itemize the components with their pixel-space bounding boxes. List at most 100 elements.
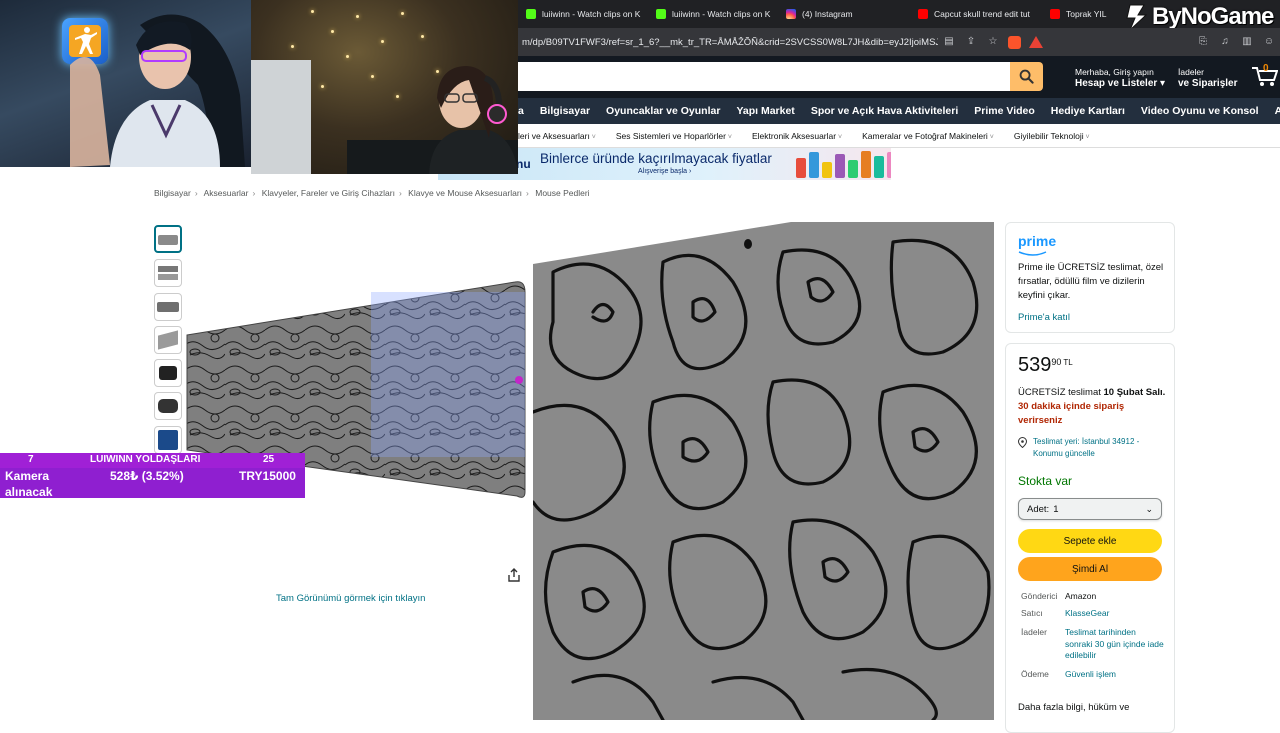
sidebar-icon[interactable]: ▥ <box>1241 36 1253 48</box>
account-lists-label: Hesap ve Listeler <box>1075 78 1158 89</box>
quantity-select[interactable]: Adet: 1 ⌄ <box>1018 498 1162 520</box>
price: 539 90 TL <box>1018 354 1073 377</box>
price-fraction: 90 <box>1051 357 1062 367</box>
breadcrumb-item[interactable]: Klavye ve Mouse Aksesuarları <box>408 188 522 198</box>
breadcrumb-item[interactable]: Mouse Pedleri <box>535 188 589 198</box>
account-menu[interactable]: Merhaba, Giriş yapın Hesap ve Listeler ▾ <box>1075 67 1165 89</box>
delivery-free: ÜCRETSİZ teslimat <box>1018 387 1101 398</box>
quantity-label: Adet: <box>1027 503 1050 515</box>
nav-item-hediye-kartlari[interactable]: Hediye Kartları <box>1043 105 1133 117</box>
subnav-item-elektronik[interactable]: Elektronik Aksesuarlar <box>742 131 852 141</box>
full-view-link[interactable]: Tam Görünümü görmek için tıklayın <box>276 593 425 604</box>
product-thumbnail[interactable] <box>154 326 182 354</box>
breadcrumb: Bilgisayar › Aksesuarlar › Klavyeler, Fare… <box>154 188 590 198</box>
price-currency: TL <box>1063 358 1073 367</box>
streamer-webcam-figure <box>429 66 518 174</box>
banner-prefix: nu <box>516 157 531 171</box>
media-icon[interactable]: ♫ <box>1219 36 1231 48</box>
nav-item-oyuncaklar[interactable]: Oyuncaklar ve Oyunlar <box>598 105 728 117</box>
nav-item-prime-video[interactable]: Prime Video <box>966 105 1043 117</box>
nav-item-yapi-market[interactable]: Yapı Market <box>728 105 802 117</box>
prime-join-link[interactable]: Prime'a katıl <box>1018 312 1070 323</box>
cart-count: 0 <box>1263 63 1269 74</box>
chevron-down-icon: ⌄ <box>1145 503 1153 514</box>
cart-button[interactable]: 0 <box>1250 63 1280 90</box>
prime-smile-icon <box>1018 251 1047 256</box>
seller-link[interactable]: KlasseGear <box>1065 608 1109 618</box>
buy-now-button[interactable]: Şimdi Al <box>1018 557 1162 581</box>
stream-goal-widget: 7 LUIWINN YOLDAŞLARI 25 Kamera alınacak … <box>0 453 305 499</box>
browser-tab[interactable]: luiiwinn - Watch clips on K <box>648 0 778 28</box>
tab-label: Capcut skull trend edit tut <box>934 9 1030 19</box>
share-icon[interactable]: ⇪ <box>965 36 977 48</box>
delivery-date: 10 Şubat Salı. <box>1103 387 1166 398</box>
browser-tab[interactable]: Toprak YIL <box>1042 0 1112 28</box>
nav-item-video-oyunu[interactable]: Video Oyunu ve Konsol <box>1133 105 1267 117</box>
product-thumbnail[interactable] <box>154 426 182 454</box>
nav-item[interactable]: a <box>518 105 532 117</box>
bookmark-icon[interactable]: ☆ <box>987 36 999 48</box>
reader-mode-icon[interactable]: ▤ <box>943 36 955 48</box>
browser-tab[interactable]: Capcut skull trend edit tut <box>910 0 1042 28</box>
share-button[interactable] <box>507 568 523 584</box>
returns-policy-link[interactable]: Teslimat tarihinden sonraki 30 gün içind… <box>1065 627 1165 662</box>
banner-title: Binlerce üründe kaçırılmayacak fiyatlar <box>540 151 772 166</box>
product-thumbnail[interactable] <box>154 293 182 321</box>
add-to-cart-label: Sepete ekle <box>1063 535 1117 547</box>
bynogame-logo-icon <box>1126 4 1148 31</box>
prime-box: prime Prime ile ÜCRETSİZ teslimat, özel … <box>1005 222 1175 333</box>
youtube-icon <box>918 9 928 19</box>
prime-logo: prime <box>1018 233 1056 257</box>
nav-item-spor[interactable]: Spor ve Açık Hava Aktiviteleri <box>803 105 966 117</box>
nav-item-bilgisayar[interactable]: Bilgisayar <box>532 105 598 117</box>
tab-label: luiiwinn - Watch clips on K <box>542 9 641 19</box>
streamer-avatar-overlay <box>0 0 251 167</box>
secure-transaction-link[interactable]: Güvenli işlem <box>1065 669 1116 679</box>
subnav-item-giyilebilir[interactable]: Giyilebilir Teknoloji <box>1004 131 1100 141</box>
zoomed-product-view <box>533 222 994 720</box>
breadcrumb-item[interactable]: Klavyeler, Fareler ve Giriş Cihazları <box>262 188 395 198</box>
profile-icon[interactable]: ☺ <box>1263 36 1275 48</box>
kick-icon <box>656 9 666 19</box>
orders-link[interactable]: İadeler ve Siparişler <box>1178 67 1237 89</box>
delivery-location[interactable]: Teslimat yeri: İstanbul 34912 - Konumu g… <box>1018 436 1168 460</box>
brave-rewards-icon[interactable] <box>1029 36 1043 48</box>
prime-description: Prime ile ÜCRETSİZ teslimat, özel fırsat… <box>1018 262 1164 301</box>
monitor-edge <box>251 60 311 174</box>
browser-tab[interactable]: luiiwinn - Watch clips on K <box>518 0 648 28</box>
url-field[interactable]: m/dp/B09TV1FWF3/ref=sr_1_6?__mk_tr_TR=ÅM… <box>518 37 938 48</box>
returns-label: İadeler <box>1178 67 1204 77</box>
product-thumbnail[interactable] <box>154 359 182 387</box>
detail-key-returns: İadeler <box>1021 627 1047 637</box>
subnav-item[interactable]: leri ve Aksesuarları <box>518 131 606 141</box>
goal-right-count: 25 <box>263 454 275 465</box>
main-nav: a Bilgisayar Oyuncaklar ve Oyunlar Yapı … <box>518 98 1280 124</box>
add-to-cart-button[interactable]: Sepete ekle <box>1018 529 1162 553</box>
search-input[interactable] <box>518 62 1012 91</box>
banner-products <box>796 150 891 178</box>
product-thumbnail[interactable] <box>154 225 182 253</box>
breadcrumb-item[interactable]: Bilgisayar <box>154 188 191 198</box>
update-location-link: Konumu güncelle <box>1033 449 1095 458</box>
location-pin-icon <box>1018 437 1027 448</box>
prime-logo-text: prime <box>1018 233 1057 249</box>
orders-label: ve Siparişler <box>1178 78 1238 89</box>
brave-shield-icon[interactable] <box>1008 35 1021 49</box>
breadcrumb-item[interactable]: Aksesuarlar <box>204 188 249 198</box>
subnav-item-ses-sistemleri[interactable]: Ses Sistemleri ve Hoparlörler <box>606 131 742 141</box>
detail-value-sender: Amazon <box>1065 591 1097 601</box>
screenshot-icon[interactable]: ⎘ <box>1197 36 1209 48</box>
youtube-icon <box>1050 9 1060 19</box>
greeting-text: Merhaba, Giriş yapın <box>1075 67 1154 77</box>
goal-label-line2: alınacak <box>5 485 53 499</box>
watermark-text: ByNoGame <box>1152 3 1274 30</box>
product-thumbnail[interactable] <box>154 392 182 420</box>
subnav-item-kameralar[interactable]: Kameralar ve Fotoğraf Makineleri <box>852 131 1004 141</box>
search-button[interactable] <box>1010 62 1043 91</box>
nav-item-amazon-ayricaliklari[interactable]: Amazon Ayrıcalıkları <box>1267 105 1280 117</box>
delivery-deadline: 30 dakika içinde sipariş verirseniz <box>1018 401 1125 426</box>
browser-tab[interactable]: (4) Instagram <box>778 0 910 28</box>
product-thumbnail[interactable] <box>154 259 182 287</box>
kick-icon <box>526 9 536 19</box>
goal-title: LUIWINN YOLDAŞLARI <box>90 454 201 465</box>
